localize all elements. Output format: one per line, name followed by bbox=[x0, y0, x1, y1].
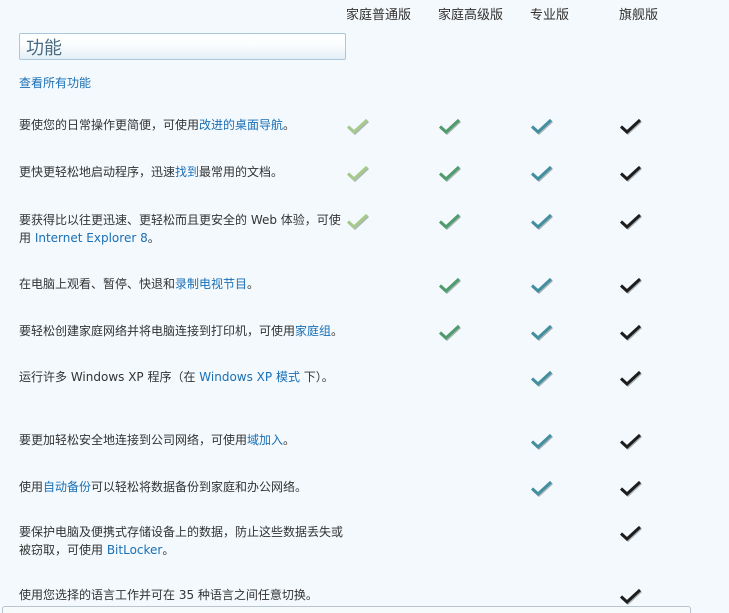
feature-text: 运行许多 Windows XP 程序（在 bbox=[19, 370, 200, 384]
check-icon bbox=[530, 480, 600, 498]
feature-text: 。 bbox=[147, 231, 160, 245]
check-cell-empty bbox=[438, 433, 508, 451]
check-cell-empty bbox=[438, 480, 508, 498]
check-cell-empty bbox=[346, 588, 416, 606]
check-cell-empty bbox=[346, 277, 416, 295]
feature-link[interactable]: 自动备份 bbox=[43, 480, 91, 494]
feature-text: 要轻松创建家庭网络并将电脑连接到打印机，可使用 bbox=[19, 324, 296, 338]
check-icon bbox=[530, 277, 600, 295]
next-section-top-edge bbox=[2, 606, 691, 613]
windows7-edition-comparison: 家庭普通版 家庭高级版 专业版 旗舰版 功能 查看所有功能 要使您的日常操作更简便，可… bbox=[0, 0, 729, 613]
feature-link[interactable]: 找到 bbox=[175, 165, 199, 179]
check-icon bbox=[530, 118, 600, 136]
feature-description: 要更加轻松安全地连接到公司网络，可使用域加入。 bbox=[19, 431, 351, 449]
feature-description: 在电脑上观看、暂停、快退和录制电视节目。 bbox=[19, 275, 351, 293]
feature-link[interactable]: Windows XP 模式 bbox=[199, 370, 300, 384]
feature-text: 最常用的文档。 bbox=[199, 165, 284, 179]
feature-text: 。 bbox=[331, 324, 344, 338]
feature-text: 。 bbox=[247, 277, 260, 291]
check-icon bbox=[619, 588, 689, 606]
check-icon bbox=[438, 213, 508, 231]
features-section-box: 功能 bbox=[19, 33, 346, 60]
check-icon bbox=[619, 324, 689, 342]
check-icon bbox=[619, 165, 689, 183]
check-icon bbox=[530, 433, 600, 451]
view-all-features-link[interactable]: 查看所有功能 bbox=[19, 74, 91, 91]
feature-text: 要更加轻松安全地连接到公司网络，可使用 bbox=[19, 433, 248, 447]
check-icon bbox=[438, 118, 508, 136]
check-cell-empty bbox=[346, 525, 416, 543]
check-icon bbox=[346, 118, 416, 136]
check-icon bbox=[346, 213, 416, 231]
check-icon bbox=[619, 525, 689, 543]
feature-description: 要轻松创建家庭网络并将电脑连接到打印机，可使用家庭组。 bbox=[19, 322, 351, 340]
feature-link[interactable]: 录制电视节目 bbox=[175, 277, 247, 291]
feature-text: 。 bbox=[283, 433, 296, 447]
feature-text: 使用 bbox=[19, 480, 44, 494]
check-icon bbox=[530, 324, 600, 342]
check-icon bbox=[530, 165, 600, 183]
check-cell-empty bbox=[438, 370, 508, 388]
check-icon bbox=[619, 433, 689, 451]
feature-text: 。 bbox=[162, 543, 175, 557]
check-cell-empty bbox=[346, 433, 416, 451]
feature-link[interactable]: 域加入 bbox=[247, 433, 283, 447]
feature-link[interactable]: 家庭组 bbox=[295, 324, 331, 338]
feature-text: 要保护电脑及便携式存储设备上的数据，防止这些数据丢失或被窃取，可使用 bbox=[19, 525, 344, 557]
feature-description: 使用您选择的语言工作并可在 35 种语言之间任意切换。 bbox=[19, 586, 351, 604]
column-header: 家庭高级版 bbox=[438, 8, 504, 23]
feature-text: 更快更轻松地启动程序，迅速 bbox=[19, 165, 176, 179]
feature-text: 要使您的日常操作更简便，可使用 bbox=[19, 118, 200, 132]
check-icon bbox=[438, 324, 508, 342]
check-icon bbox=[438, 277, 508, 295]
feature-link[interactable]: Internet Explorer 8 bbox=[35, 231, 148, 245]
feature-description: 更快更轻松地启动程序，迅速找到最常用的文档。 bbox=[19, 163, 351, 181]
check-icon bbox=[438, 165, 508, 183]
feature-text: 。 bbox=[283, 118, 296, 132]
feature-link[interactable]: BitLocker bbox=[107, 543, 163, 557]
check-icon bbox=[619, 277, 689, 295]
feature-text: 可以轻松将数据备份到家庭和办公网络。 bbox=[91, 480, 308, 494]
feature-description: 要获得比以往更迅速、更轻松而且更安全的 Web 体验，可使用 Internet … bbox=[19, 211, 351, 247]
feature-description: 要保护电脑及便携式存储设备上的数据，防止这些数据丢失或被窃取，可使用 BitLo… bbox=[19, 523, 351, 559]
check-icon bbox=[530, 370, 600, 388]
check-cell-empty bbox=[346, 480, 416, 498]
feature-description: 运行许多 Windows XP 程序（在 Windows XP 模式 下）。 bbox=[19, 368, 351, 386]
check-cell-empty bbox=[346, 324, 416, 342]
check-icon bbox=[619, 370, 689, 388]
check-icon bbox=[619, 213, 689, 231]
check-cell-empty bbox=[530, 588, 600, 606]
column-header: 旗舰版 bbox=[619, 8, 659, 23]
check-icon bbox=[619, 480, 689, 498]
feature-text: 下）。 bbox=[299, 370, 334, 384]
section-title: 功能 bbox=[26, 37, 62, 59]
check-icon bbox=[619, 118, 689, 136]
feature-text: 使用您选择的语言工作并可在 35 种语言之间任意切换。 bbox=[19, 588, 318, 602]
feature-description: 使用自动备份可以轻松将数据备份到家庭和办公网络。 bbox=[19, 478, 351, 496]
check-cell-empty bbox=[346, 370, 416, 388]
feature-description: 要使您的日常操作更简便，可使用改进的桌面导航。 bbox=[19, 116, 351, 134]
feature-link[interactable]: 改进的桌面导航 bbox=[199, 118, 283, 132]
check-icon bbox=[530, 213, 600, 231]
feature-text: 在电脑上观看、暂停、快退和 bbox=[19, 277, 176, 291]
column-header: 专业版 bbox=[530, 8, 570, 23]
check-cell-empty bbox=[530, 525, 600, 543]
check-cell-empty bbox=[438, 588, 508, 606]
column-header: 家庭普通版 bbox=[346, 8, 412, 23]
check-cell-empty bbox=[438, 525, 508, 543]
check-icon bbox=[346, 165, 416, 183]
